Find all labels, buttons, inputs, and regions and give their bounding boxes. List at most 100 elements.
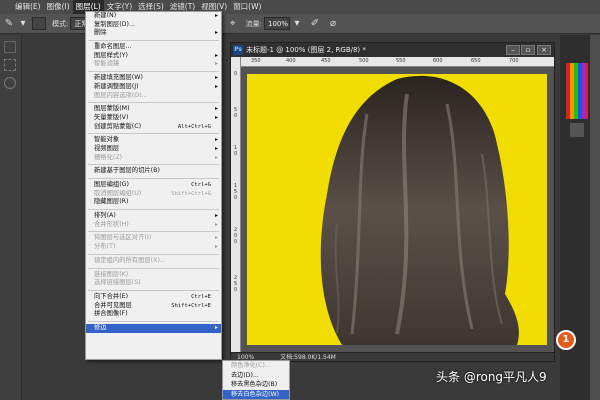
submenu-item[interactable]: 去边(D)...: [223, 371, 289, 381]
watermark: 头条 @rong平凡人9: [436, 370, 547, 384]
menu-item[interactable]: 新建填充图层(W) ▸: [86, 74, 221, 83]
menu-item[interactable]: 新建调整图层(J) ▸: [86, 83, 221, 92]
submenu-arrow-icon: ▸: [214, 212, 218, 220]
menu-item-label: 合并可见图层: [94, 301, 132, 309]
brush-icon[interactable]: ✎: [2, 17, 16, 31]
menu-item-label: 隐藏图层(R): [94, 198, 129, 206]
menu-separator: [88, 209, 219, 211]
submenu-item[interactable]: 移去黑色杂边(B): [223, 380, 289, 390]
ruler-label: 0: [234, 113, 238, 119]
menu-item[interactable]: 视频图层 ▸: [86, 145, 221, 154]
menu-item-label: 栅格化(Z): [94, 153, 123, 161]
menu-item[interactable]: 修边 ▸: [86, 323, 221, 333]
menu-item[interactable]: 创建剪贴蒙版(C) Alt+Ctrl+G: [86, 123, 221, 132]
menu-item[interactable]: 新建基于图层的切片(B): [86, 167, 221, 176]
flow-field[interactable]: 100%: [264, 17, 290, 30]
submenu-item[interactable]: 移去白色杂边(W): [223, 389, 289, 399]
menu-separator: [88, 253, 219, 255]
menu-item-label: 排列(A): [94, 212, 116, 220]
menu-item-shortcut: Shift+Ctrl+G: [171, 190, 211, 197]
menu-separator: [88, 102, 219, 104]
menu-item-label: 智能滤镜: [94, 60, 120, 68]
menu-item-shortcut: Ctrl+E: [191, 293, 211, 300]
menu-item[interactable]: 智能对象 ▸: [86, 136, 221, 145]
image-canvas[interactable]: [247, 74, 547, 345]
submenu-arrow-icon: ▸: [214, 74, 218, 82]
menu-item-shortcut: Ctrl+G: [191, 182, 211, 188]
menu-item-label: 选择链接图层(S): [94, 279, 141, 287]
menu-item-label: 链接图层(K): [94, 270, 129, 278]
menu-item-label: 新建填充图层(W): [94, 74, 143, 82]
layer-menu: 新建(N) ▸ 复制图层(D)... 删除 ▸ 重命名图层... 图层样式(Y) ▸ 智能滤镜 ▸…: [85, 11, 222, 360]
ruler-label: 650: [471, 58, 481, 64]
swatches-panel[interactable]: [566, 63, 588, 119]
menu-item: 选择链接图层(S): [86, 279, 221, 288]
right-panel-strip: [590, 35, 600, 400]
menu-item-label: 视频图层: [94, 144, 120, 152]
submenu-arrow-icon: ▸: [214, 113, 218, 121]
menu-item[interactable]: 排列(A) ▸: [86, 212, 221, 221]
menu-item[interactable]: 拼合图像(F): [86, 310, 221, 319]
menu-separator: [88, 164, 219, 166]
menu-item-label: 拼合图像(F): [94, 310, 128, 318]
menu-item-label: 图层内容选项(O)...: [94, 91, 148, 99]
brush-preset-icon[interactable]: ▾: [16, 17, 30, 31]
maximize-button[interactable]: ▫: [521, 45, 535, 55]
menu-item-label: 将图层与选区对齐(I): [94, 234, 152, 242]
document-tab[interactable]: Ps 未标题-1 @ 100% (图层 2, RGB/8) * – ▫ ×: [231, 43, 554, 57]
adjustment-icon[interactable]: [570, 123, 584, 137]
ruler-label: 600: [433, 58, 443, 64]
tablet-icon[interactable]: ⌀: [326, 17, 340, 31]
flow-dropdown-icon[interactable]: ▾: [290, 17, 304, 31]
marquee-tool-icon[interactable]: [4, 59, 16, 71]
photoshop-window: 编辑(E) 图像(I) 图层(L) 文字(Y) 选择(S) 滤镜(T) 视图(V…: [0, 0, 600, 400]
menu-item: 合并形状(H) ▸: [86, 221, 221, 230]
tools-panel: [0, 35, 22, 400]
menu-window[interactable]: 窗口(W): [230, 0, 264, 14]
menu-item[interactable]: 合并可见图层 Shift+Ctrl+E: [86, 302, 221, 311]
menu-item-label: 合并形状(H): [94, 220, 129, 228]
menu-item-label: 图层编组(G): [94, 181, 129, 188]
menu-item[interactable]: 矢量蒙版(V) ▸: [86, 114, 221, 123]
document-title: 未标题-1 @ 100% (图层 2, RGB/8) *: [246, 46, 366, 54]
airbrush-icon[interactable]: ⌖: [226, 17, 240, 31]
menu-separator: [88, 267, 219, 269]
menu-item[interactable]: 删除 ▸: [86, 29, 221, 38]
flow-label: 流量:: [245, 19, 262, 28]
lasso-tool-icon[interactable]: [4, 77, 16, 89]
close-button[interactable]: ×: [537, 45, 551, 55]
ruler-label: 0: [234, 71, 238, 77]
ruler-label: 700: [509, 58, 519, 64]
menu-item[interactable]: 新建(N) ▸: [86, 12, 221, 21]
mode-label: 模式:: [52, 19, 69, 28]
menu-image[interactable]: 图像(I): [44, 0, 73, 14]
menu-item-shortcut: Shift+Ctrl+E: [171, 302, 211, 309]
submenu-arrow-icon: ▸: [214, 82, 218, 90]
menu-item[interactable]: 向下合并(E) Ctrl+E: [86, 293, 221, 302]
menu-edit[interactable]: 编辑(E): [12, 0, 44, 14]
step-badge: 1: [556, 330, 576, 350]
menu-separator: [88, 289, 219, 291]
ruler-label: 550: [396, 58, 406, 64]
ruler-label: 0: [234, 195, 238, 201]
menu-item[interactable]: 图层蒙版(M) ▸: [86, 105, 221, 114]
ps-icon: Ps: [233, 45, 243, 55]
menu-separator: [88, 40, 219, 42]
menu-item[interactable]: 重命名图层...: [86, 43, 221, 52]
menu-item: 锁定组内的所有图层(X)...: [86, 257, 221, 266]
move-tool-icon[interactable]: [4, 41, 16, 53]
submenu-arrow-icon: ▸: [214, 51, 218, 59]
menu-item-label: 取消图层编组(U): [94, 189, 142, 197]
hair-image: [320, 75, 519, 345]
menu-item: 链接图层(K): [86, 271, 221, 280]
submenu-arrow-icon: ▸: [214, 60, 218, 68]
menu-item[interactable]: 图层编组(G) Ctrl+G: [86, 181, 221, 190]
menu-separator: [88, 320, 219, 322]
brush-size-field[interactable]: [32, 17, 46, 30]
menu-item[interactable]: 隐藏图层(R): [86, 198, 221, 207]
minimize-button[interactable]: –: [506, 45, 520, 55]
menu-item-label: 新建调整图层(J): [94, 82, 139, 90]
ruler-label: 0: [234, 239, 238, 245]
pressure-icon[interactable]: ✐: [308, 17, 322, 31]
submenu-arrow-icon: ▸: [214, 12, 218, 19]
